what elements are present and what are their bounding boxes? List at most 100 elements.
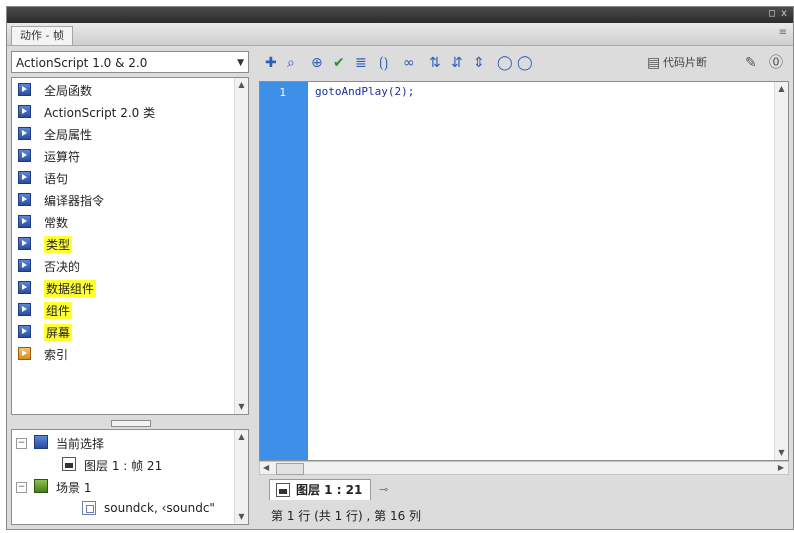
collapse-icon[interactable]: − xyxy=(16,438,27,449)
scroll-down-icon[interactable]: ▼ xyxy=(235,400,248,414)
scroll-up-icon[interactable]: ▲ xyxy=(235,430,248,444)
tree-item-statements[interactable]: 语句 xyxy=(18,168,233,188)
tree-item-operators[interactable]: 运算符 xyxy=(18,146,233,166)
book-icon xyxy=(18,171,31,184)
scroll-left-icon[interactable]: ◀ xyxy=(263,462,269,474)
actions-panel: □ x 动作 - 帧 ≡ ActionScript 1.0 & 2.0 ▼ 全局… xyxy=(6,6,794,530)
tree-item-label: 语句 xyxy=(44,172,69,186)
check-syntax-icon[interactable]: ✔ xyxy=(333,54,345,72)
tree-item-label: 数据组件 xyxy=(44,280,97,297)
navigator-scrollbar[interactable]: ▲ ▼ xyxy=(234,430,248,524)
scroll-up-icon[interactable]: ▲ xyxy=(235,78,248,92)
collapse-selection-icon[interactable]: ⇵ xyxy=(451,54,463,72)
frame-icon xyxy=(62,457,76,471)
debug-icon[interactable]: ∞ xyxy=(403,54,415,72)
script-tab-label: 图层 1 : 21 xyxy=(296,483,363,497)
tree-item-label: 组件 xyxy=(44,302,73,319)
tree-item-compiler-directives[interactable]: 编译器指令 xyxy=(18,190,233,210)
toolbox-splitter[interactable] xyxy=(11,417,249,427)
tree-item-label: 屏幕 xyxy=(44,324,73,341)
help-icon[interactable]: ⓪ xyxy=(769,54,783,72)
tree-item-label: 否决的 xyxy=(44,260,81,274)
add-item-icon[interactable]: ✚ xyxy=(265,54,277,72)
book-icon xyxy=(18,303,31,316)
book-icon xyxy=(18,149,31,162)
scroll-thumb[interactable] xyxy=(276,463,304,475)
scroll-down-icon[interactable]: ▼ xyxy=(235,510,248,524)
expand-all-icon[interactable]: ⇕ xyxy=(473,54,485,72)
line-number: 1 xyxy=(279,86,286,99)
window-controls[interactable]: □ x xyxy=(769,8,787,19)
scroll-down-icon[interactable]: ▼ xyxy=(775,446,788,460)
actions-book-tree: 全局函数 ActionScript 2.0 类 全局属性 运算符 语句 编译器指… xyxy=(11,77,249,415)
script-navigator: − 当前选择 图层 1 : 帧 21 − 场景 1 soundck, ‹soun… xyxy=(11,429,249,525)
book-tree-scrollbar[interactable]: ▲ ▼ xyxy=(234,78,248,414)
tree-item-screens[interactable]: 屏幕 xyxy=(18,322,233,342)
frame-icon xyxy=(276,483,290,497)
tree-item-data-components[interactable]: 数据组件 xyxy=(18,278,233,298)
tree-item-label: 类型 xyxy=(44,236,73,253)
book-icon xyxy=(18,127,31,140)
comment-icon[interactable]: ◯ xyxy=(497,54,513,72)
uncomment-icon[interactable]: ◯ xyxy=(517,54,533,72)
book-icon xyxy=(18,237,31,250)
tab-actions-frame[interactable]: 动作 - 帧 xyxy=(11,26,73,45)
tree-item-constants[interactable]: 常数 xyxy=(18,212,233,232)
scene-icon xyxy=(34,479,48,493)
panel-tab-bar: 动作 - 帧 ≡ xyxy=(7,23,793,46)
tree-item-label: 编译器指令 xyxy=(44,194,105,208)
tree-item-label: ActionScript 2.0 类 xyxy=(44,106,156,120)
script-pane: ✚ ⌕ ⊕ ✔ ≣ ⟮⟯ ∞ ⇅ ⇵ ⇕ ◯ ◯ ▤ 代码片断 ✎ ⓪ 1 go… xyxy=(259,51,789,525)
book-icon xyxy=(18,193,31,206)
index-icon xyxy=(18,347,31,360)
code-snippets-button[interactable]: 代码片断 xyxy=(663,54,707,72)
book-icon xyxy=(18,281,31,294)
target-icon[interactable]: ⊕ xyxy=(311,54,323,72)
book-icon xyxy=(18,215,31,228)
splitter-grip[interactable] xyxy=(111,420,151,427)
nav-item-label: 图层 1 : 帧 21 xyxy=(84,459,163,473)
editor-horizontal-scrollbar[interactable]: ◀ ▶ xyxy=(259,461,789,475)
selection-icon xyxy=(34,435,48,449)
tree-item-global-functions[interactable]: 全局函数 xyxy=(18,80,233,100)
tree-item-label: 全局函数 xyxy=(44,84,93,98)
cursor-status: 第 1 行 (共 1 行) , 第 16 列 xyxy=(271,509,422,523)
nav-item-label: 当前选择 xyxy=(56,437,105,451)
panel-menu-icon[interactable]: ≡ xyxy=(779,27,787,38)
actionscript-version-select[interactable]: ActionScript 1.0 & 2.0 ▼ xyxy=(11,51,249,73)
code-hint-icon[interactable]: ⟮⟯ xyxy=(379,54,388,72)
book-icon xyxy=(18,259,31,272)
tree-item-index[interactable]: 索引 xyxy=(18,344,233,364)
actionscript-version-value: ActionScript 1.0 & 2.0 xyxy=(16,56,148,70)
tab-layer-frame[interactable]: 图层 1 : 21 xyxy=(269,479,372,500)
tree-item-types[interactable]: 类型 xyxy=(18,234,233,254)
auto-format-icon[interactable]: ≣ xyxy=(355,54,367,72)
chevron-down-icon[interactable]: ▼ xyxy=(237,52,244,74)
tree-item-label: 常数 xyxy=(44,216,69,230)
find-icon[interactable]: ⌕ xyxy=(287,54,295,72)
tree-item-label: 运算符 xyxy=(44,150,81,164)
editor-vertical-scrollbar[interactable]: ▲ ▼ xyxy=(774,82,788,460)
tree-item-global-properties[interactable]: 全局属性 xyxy=(18,124,233,144)
collapse-icon[interactable]: ⇅ xyxy=(429,54,441,72)
script-assist-icon[interactable]: ✎ xyxy=(745,54,757,72)
tree-item-as2-classes[interactable]: ActionScript 2.0 类 xyxy=(18,102,233,122)
pin-script-icon[interactable]: ⊸ xyxy=(379,483,388,496)
tree-item-deprecated[interactable]: 否决的 xyxy=(18,256,233,276)
scroll-up-icon[interactable]: ▲ xyxy=(775,82,788,96)
script-tabs: 图层 1 : 21 ⊸ xyxy=(259,479,789,501)
book-icon xyxy=(18,325,31,338)
code-editor[interactable]: 1 gotoAndPlay(2); ▲ ▼ xyxy=(259,81,789,461)
code-line[interactable]: gotoAndPlay(2); xyxy=(315,85,414,98)
collapse-icon[interactable]: − xyxy=(16,482,27,493)
tree-item-components[interactable]: 组件 xyxy=(18,300,233,320)
scroll-right-icon[interactable]: ▶ xyxy=(778,462,784,474)
book-icon xyxy=(18,105,31,118)
nav-item-label: soundck, ‹soundc" xyxy=(104,501,215,515)
nav-item-label: 场景 1 xyxy=(56,481,92,495)
script-toolbar: ✚ ⌕ ⊕ ✔ ≣ ⟮⟯ ∞ ⇅ ⇵ ⇕ ◯ ◯ ▤ 代码片断 ✎ ⓪ xyxy=(259,51,789,75)
code-snippets-icon[interactable]: ▤ xyxy=(647,54,660,72)
book-icon xyxy=(18,83,31,96)
tree-item-label: 索引 xyxy=(44,348,69,362)
panel-title-strip: □ x xyxy=(7,7,793,23)
